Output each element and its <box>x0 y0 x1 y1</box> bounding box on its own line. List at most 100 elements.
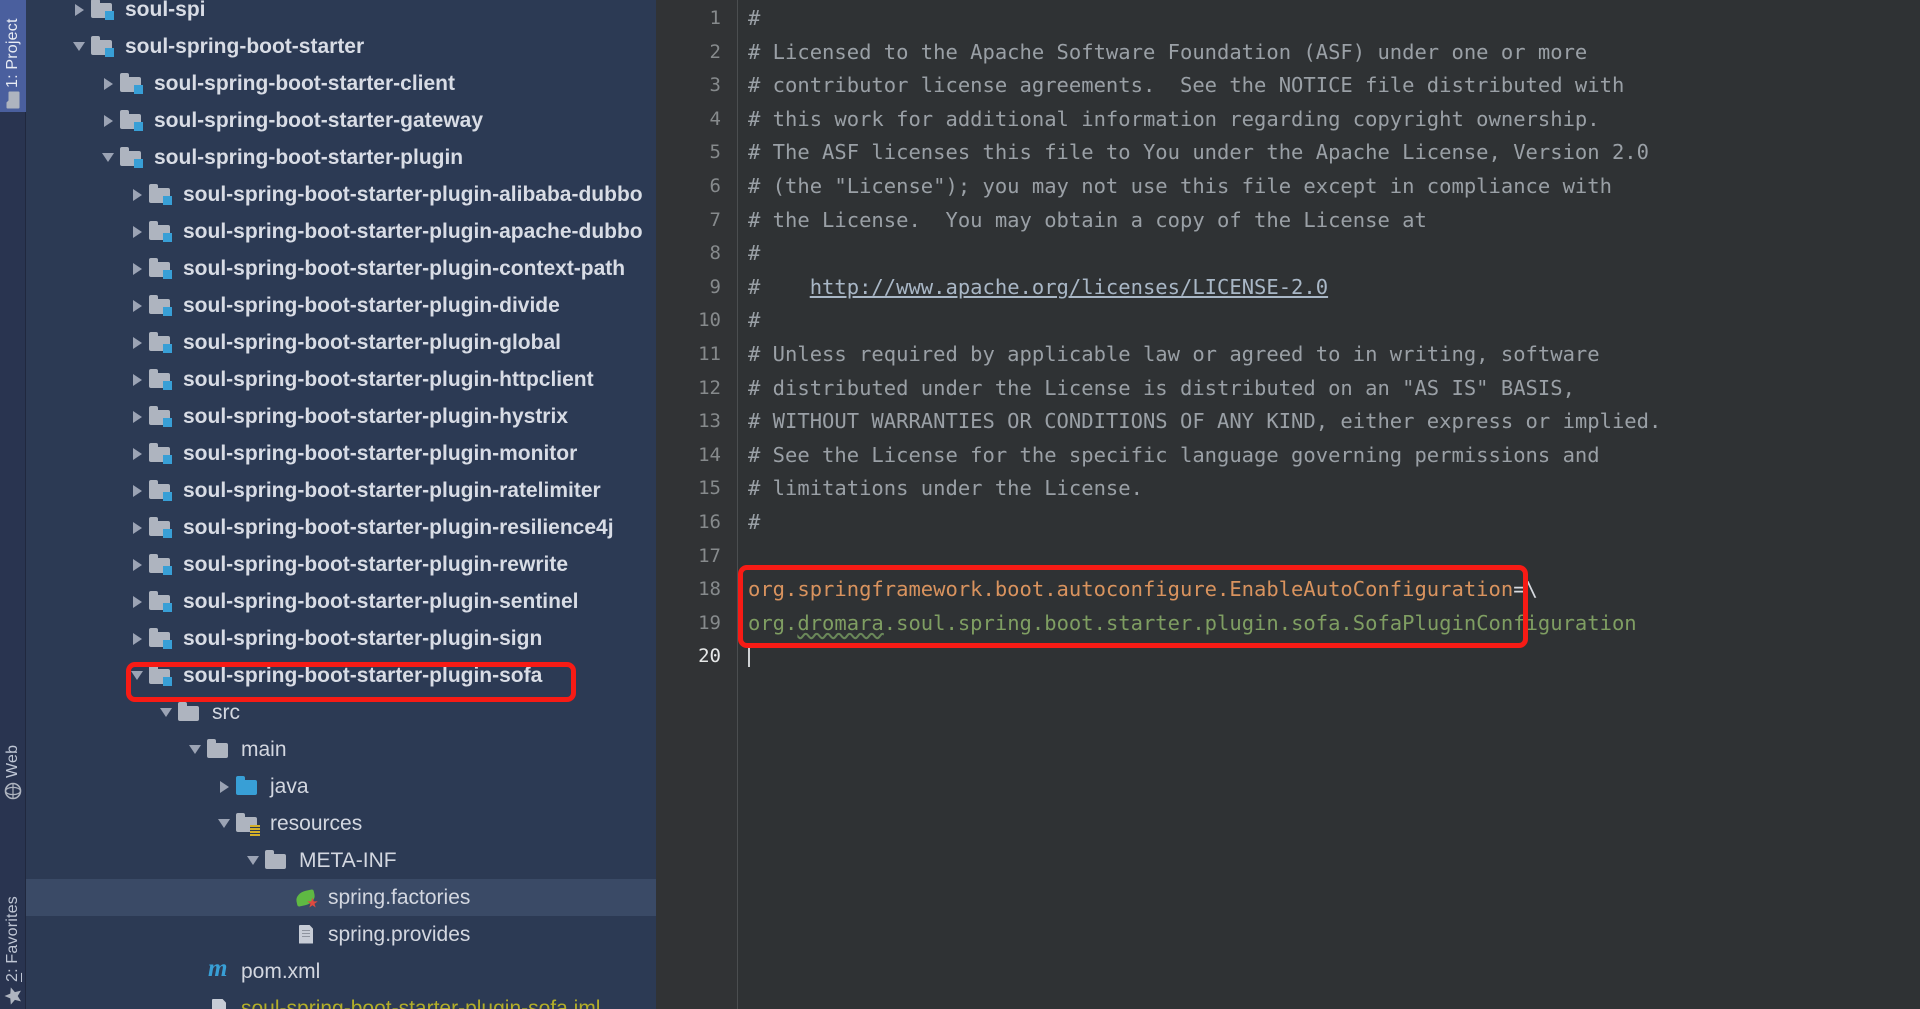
module-folder-icon <box>148 405 176 429</box>
tree-row-label: spring.provides <box>328 922 471 946</box>
tree-row-label: soul-spring-boot-starter-plugin-sofa.iml <box>241 996 601 1009</box>
chevron-right-icon[interactable] <box>126 324 148 361</box>
tree-row[interactable]: soul-spring-boot-starter-gateway <box>26 102 656 139</box>
chevron-right-icon[interactable] <box>68 0 90 28</box>
project-tree-panel[interactable]: soul-spi soul-spring-boot-starter soul-spr… <box>26 0 656 1009</box>
chevron-right-icon[interactable] <box>126 546 148 583</box>
module-folder-icon <box>148 590 176 614</box>
tree-row[interactable]: META-INF <box>26 842 656 879</box>
chevron-right-icon[interactable] <box>126 583 148 620</box>
code-line[interactable]: # this work for additional information r… <box>738 103 1920 137</box>
license-url-link[interactable]: http://www.apache.org/licenses/LICENSE-2… <box>810 275 1328 299</box>
chevron-down-icon[interactable] <box>184 731 206 768</box>
chevron-right-icon[interactable] <box>213 768 235 805</box>
code-line[interactable]: # <box>738 304 1920 338</box>
tree-row[interactable]: soul-spring-boot-starter-plugin-context-… <box>26 250 656 287</box>
chevron-right-icon[interactable] <box>97 65 119 102</box>
code-editor[interactable]: 1 2 3 4 5 6 7 8 9 10 11 12 13 14 15 16 17 18 19 20 # # Licen… <box>656 0 1920 1009</box>
code-line[interactable]: # (the "License"); you may not use this … <box>738 170 1920 204</box>
code-line[interactable]: # See the License for the specific langu… <box>738 439 1920 473</box>
document-icon <box>293 923 321 947</box>
chevron-right-icon[interactable] <box>97 102 119 139</box>
tree-row[interactable]: soul-spring-boot-starter-plugin-ratelimi… <box>26 472 656 509</box>
code-text: # distributed under the License is distr… <box>748 375 1575 400</box>
code-line[interactable]: # Licensed to the Apache Software Founda… <box>738 36 1920 70</box>
editor-gutter[interactable]: 1 2 3 4 5 6 7 8 9 10 11 12 13 14 15 16 17 18 19 20 <box>656 0 738 1009</box>
icon-badge <box>134 84 143 94</box>
code-line[interactable]: # Unless required by applicable law or a… <box>738 338 1920 372</box>
tool-window-button-project[interactable]: 1: Project <box>0 0 26 112</box>
tree-row[interactable]: resources <box>26 805 656 842</box>
code-line[interactable]: # distributed under the License is distr… <box>738 372 1920 406</box>
chevron-right-icon[interactable] <box>126 250 148 287</box>
code-line[interactable]: # contributor license agreements. See th… <box>738 69 1920 103</box>
line-number: 19 <box>698 611 721 634</box>
tree-row[interactable]: soul-spi <box>26 0 656 28</box>
code-line[interactable] <box>738 540 1920 574</box>
code-line[interactable] <box>738 640 1920 674</box>
tree-row[interactable]: soul-spring-boot-starter-plugin-hystrix <box>26 398 656 435</box>
chevron-right-icon[interactable] <box>126 287 148 324</box>
editor-scrollbar[interactable] <box>1906 0 1920 1009</box>
chevron-down-icon[interactable] <box>68 28 90 65</box>
module-folder-icon <box>148 220 176 244</box>
tree-row[interactable]: main <box>26 731 656 768</box>
chevron-down-icon[interactable] <box>213 805 235 842</box>
folder-icon <box>177 701 205 725</box>
code-text: # See the License for the specific langu… <box>748 442 1600 467</box>
chevron-right-icon[interactable] <box>126 620 148 657</box>
module-folder-icon <box>148 183 176 207</box>
tree-row[interactable]: soul-spring-boot-starter-client <box>26 65 656 102</box>
chevron-right-icon[interactable] <box>126 435 148 472</box>
code-line[interactable]: org.springframework.boot.autoconfigure.E… <box>738 573 1920 607</box>
chevron-right-icon[interactable] <box>126 176 148 213</box>
chevron-right-icon[interactable] <box>126 472 148 509</box>
tree-row[interactable]: soul-spring-boot-starter-plugin-global <box>26 324 656 361</box>
tree-row[interactable]: soul-spring-boot-starter-plugin-alibaba-… <box>26 176 656 213</box>
tree-row[interactable]: src <box>26 694 656 731</box>
code-line[interactable]: # <box>738 237 1920 271</box>
tree-row[interactable]: soul-spring-boot-starter-plugin-resilien… <box>26 509 656 546</box>
code-text: # limitations under the License. <box>748 476 1143 501</box>
icon-badge <box>307 897 318 908</box>
code-line[interactable]: # limitations under the License. <box>738 472 1920 506</box>
tree-row[interactable]: soul-spring-boot-starter-plugin <box>26 139 656 176</box>
tree-row[interactable]: soul-spring-boot-starter-plugin-sentinel <box>26 583 656 620</box>
tool-window-button-web[interactable]: Web <box>0 684 26 804</box>
tree-row[interactable]: soul-spring-boot-starter-plugin-rewrite <box>26 546 656 583</box>
tree-row[interactable]: soul-spring-boot-starter-plugin-sign <box>26 620 656 657</box>
chevron-down-icon[interactable] <box>155 694 177 731</box>
tree-row[interactable]: soul-spring-boot-starter-plugin-divide <box>26 287 656 324</box>
code-line[interactable]: # the License. You may obtain a copy of … <box>738 204 1920 238</box>
project-folder-icon <box>6 92 21 110</box>
code-line[interactable]: # WITHOUT WARRANTIES OR CONDITIONS OF AN… <box>738 405 1920 439</box>
code-line[interactable]: # The ASF licenses this file to You unde… <box>738 136 1920 170</box>
chevron-right-icon[interactable] <box>126 213 148 250</box>
tree-row[interactable]: soul-spring-boot-starter-plugin-sofa <box>26 657 656 694</box>
tree-row[interactable]: soul-spring-boot-starter-plugin-sofa.iml <box>26 990 656 1009</box>
chevron-right-icon[interactable] <box>126 361 148 398</box>
icon-badge <box>163 232 172 242</box>
tree-row[interactable]: soul-spring-boot-starter-plugin-apache-d… <box>26 213 656 250</box>
tree-row-label: soul-spring-boot-starter <box>125 34 365 58</box>
code-line[interactable]: # <box>738 2 1920 36</box>
code-line[interactable]: org.dromara.soul.spring.boot.starter.plu… <box>738 607 1920 641</box>
tree-row[interactable]: soul-spring-boot-starter-plugin-httpclie… <box>26 361 656 398</box>
chevron-down-icon[interactable] <box>126 657 148 694</box>
tree-row[interactable]: java <box>26 768 656 805</box>
chevron-down-icon[interactable] <box>97 139 119 176</box>
tool-window-button-favorites[interactable]: 2: Favorites <box>0 832 26 1009</box>
code-text: # <box>748 274 810 299</box>
tree-row[interactable]: spring.provides <box>26 916 656 953</box>
tree-row[interactable]: soul-spring-boot-starter <box>26 28 656 65</box>
chevron-right-icon[interactable] <box>126 509 148 546</box>
code-line[interactable]: # <box>738 506 1920 540</box>
code-line[interactable]: # http://www.apache.org/licenses/LICENSE… <box>738 271 1920 305</box>
line-number: 17 <box>698 544 721 567</box>
chevron-down-icon[interactable] <box>242 842 264 879</box>
tree-row[interactable]: pom.xml <box>26 953 656 990</box>
tree-row[interactable]: spring.factories <box>26 879 656 916</box>
chevron-right-icon[interactable] <box>126 398 148 435</box>
editor-code-area[interactable]: # # Licensed to the Apache Software Found… <box>738 0 1920 1009</box>
tree-row[interactable]: soul-spring-boot-starter-plugin-monitor <box>26 435 656 472</box>
